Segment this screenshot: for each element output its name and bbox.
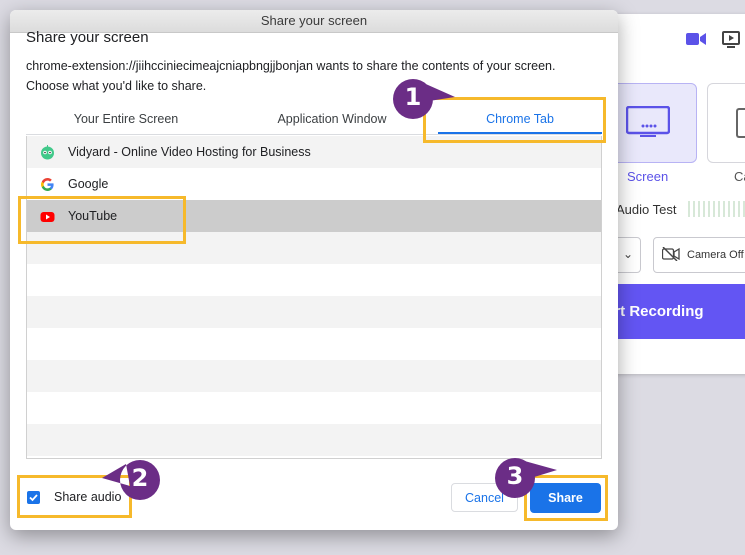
- screen-mode-label: Screen: [627, 169, 669, 184]
- list-item-label: Google: [68, 177, 109, 191]
- list-item-label: Vidyard - Online Video Hosting for Busin…: [68, 145, 311, 159]
- chrome-tab-list[interactable]: Vidyard - Online Video Hosting for Busin…: [26, 136, 602, 459]
- step-3-number: 3: [506, 462, 524, 490]
- list-row-empty: [27, 264, 601, 296]
- dialog-heading: Share your screen: [26, 29, 149, 46]
- audio-test-label: Audio Test: [616, 202, 677, 217]
- step-1-callout: 1: [389, 75, 457, 123]
- step-2-number: 2: [131, 464, 149, 492]
- camera-off-icon: [662, 247, 680, 261]
- camera-off-label: Camera Off: [687, 249, 744, 261]
- google-icon: [41, 178, 54, 191]
- highlight-youtube-row: [18, 196, 186, 244]
- monitor-icon: [626, 106, 670, 137]
- list-row-empty: [27, 424, 601, 456]
- step-1-number: 1: [404, 83, 422, 111]
- start-recording-button[interactable]: art Recording: [600, 284, 745, 339]
- screen-share-icon[interactable]: [722, 31, 742, 49]
- share-screen-dialog: Share your screen Share your screen chro…: [10, 10, 618, 530]
- camera-off-select[interactable]: Camera Off: [653, 237, 745, 273]
- list-row-empty: [27, 392, 601, 424]
- dialog-description: chrome-extension://jiihcciniecimeajcniap…: [26, 59, 556, 73]
- camera-mode-card[interactable]: [707, 83, 745, 163]
- start-recording-label: art Recording: [606, 303, 704, 320]
- tab-entire-screen[interactable]: Your Entire Screen: [26, 112, 226, 126]
- chevron-down-icon: ⌄: [623, 247, 634, 261]
- step-3-callout: 3: [491, 454, 561, 502]
- dialog-instruction: Choose what you'd like to share.: [26, 79, 207, 93]
- list-row-empty: [27, 296, 601, 328]
- step-2-callout: 2: [100, 456, 166, 504]
- screen-mode-card[interactable]: [611, 83, 697, 163]
- list-row-empty: [27, 360, 601, 392]
- list-row-empty: [27, 328, 601, 360]
- audio-level-meter: [688, 201, 745, 217]
- video-camera-icon[interactable]: [686, 31, 706, 47]
- camera-mode-label: Ca: [734, 169, 745, 184]
- vidyard-icon: [41, 145, 54, 160]
